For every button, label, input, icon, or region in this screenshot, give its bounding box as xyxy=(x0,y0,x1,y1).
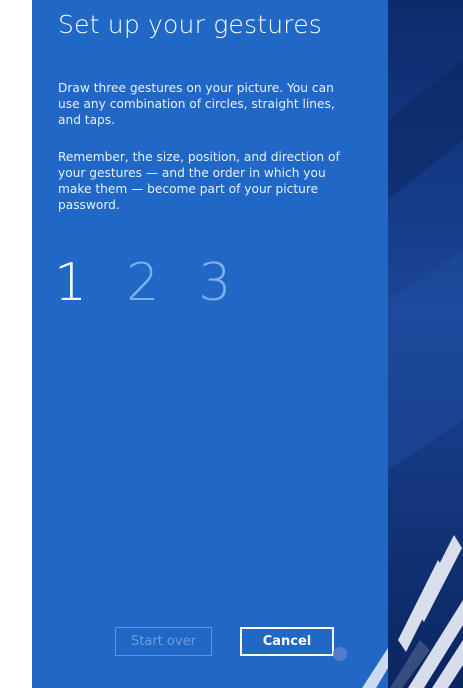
gesture-stroke-overlay xyxy=(333,640,430,688)
picture-password-setup-screen: Set up your gestures Draw three gestures… xyxy=(0,0,463,688)
